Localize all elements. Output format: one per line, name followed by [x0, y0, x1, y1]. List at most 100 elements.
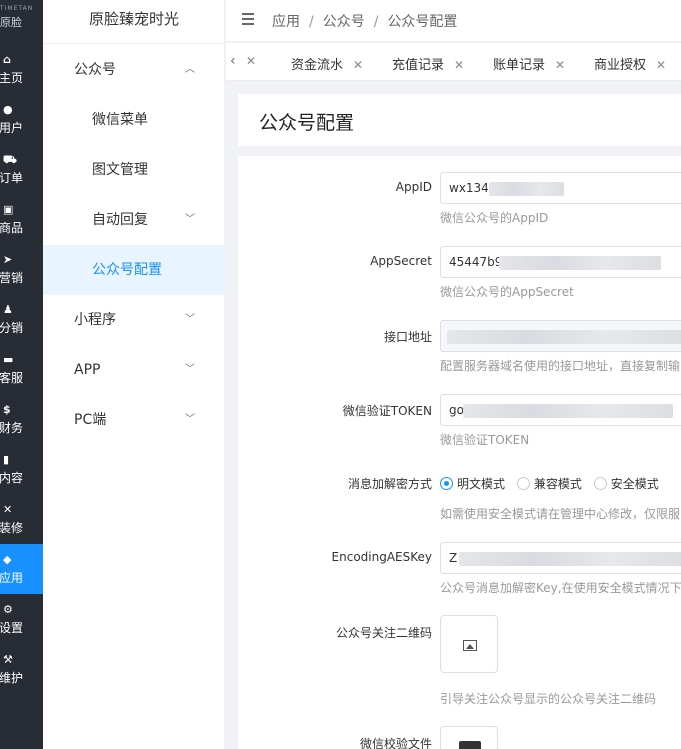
- rail-item-dollar[interactable]: $ 财务: [0, 394, 43, 444]
- encrypt-mode-group: 明文模式 兼容模式 安全模式: [440, 475, 667, 492]
- appsecret-label: AppSecret: [370, 254, 432, 268]
- breadcrumb-separator: /: [309, 14, 314, 30]
- radio-secure-mode[interactable]: 安全模式: [593, 475, 659, 492]
- submenu-item[interactable]: 公众号配置: [43, 245, 225, 295]
- close-icon[interactable]: ✕: [353, 58, 363, 72]
- token-help: 微信验证TOKEN: [440, 433, 530, 447]
- appsecret-input[interactable]: 45447b9: [440, 246, 681, 278]
- rail-item-home[interactable]: ⌂ 主页: [0, 44, 43, 94]
- token-input[interactable]: go: [440, 394, 681, 426]
- menu-toggle-icon[interactable]: [242, 13, 254, 25]
- aes-key-value: Z: [449, 551, 458, 565]
- appid-input[interactable]: wx1348: [440, 172, 681, 204]
- rail-item-label: 维护: [0, 671, 24, 685]
- tab-commercial-license[interactable]: 商业授权 ✕: [594, 54, 666, 73]
- close-icon[interactable]: ✕: [656, 58, 666, 72]
- icon-rail: TIMETAN 原脸 ⌂ 主页 ● 用户 ⛟ 订单 ▣ 商品 ➤ 营销 ♟ 分销 ▬ 客服 $ 财务 ▮ 内容 ✕ 装…: [0, 0, 43, 749]
- masked-value: [499, 256, 661, 270]
- cart-icon: ⛟: [3, 153, 17, 166]
- breadcrumb-current: 公众号配置: [387, 14, 458, 30]
- rail-item-label: 应用: [0, 571, 24, 585]
- qrcode-upload[interactable]: [440, 615, 498, 673]
- tab-bill-records[interactable]: 账单记录 ✕: [493, 54, 565, 73]
- masked-value: [447, 330, 681, 344]
- rail-item-team[interactable]: ♟ 分销: [0, 294, 43, 344]
- radio-label: 兼容模式: [533, 477, 582, 491]
- rail-item-gear[interactable]: ⚙ 设置: [0, 594, 43, 644]
- radio-label: 安全模式: [610, 477, 659, 491]
- rail-item-user[interactable]: ● 用户: [0, 94, 43, 144]
- cube-icon: ◆: [3, 553, 12, 566]
- submenu-item-label: 公众号: [74, 62, 116, 78]
- encrypt-mode-help: 如需使用安全模式请在管理中心修改，仅限服: [440, 507, 681, 521]
- brand-title: 原脸臻宠时光: [43, 0, 224, 44]
- tab-label: 资金流水: [291, 58, 344, 73]
- rail-item-label: 分销: [0, 321, 24, 335]
- rail-item-send[interactable]: ➤ 营销: [0, 244, 43, 294]
- api-url-help: 配置服务器域名使用的接口地址，直接复制输: [440, 359, 681, 373]
- tab-label: 商业授权: [594, 58, 647, 73]
- page-title-card: 公众号配置: [238, 94, 681, 146]
- close-icon[interactable]: ✕: [454, 58, 464, 72]
- rail-item-book[interactable]: ▮ 内容: [0, 444, 43, 494]
- masked-value: [463, 404, 673, 418]
- submenu-item[interactable]: APP ﹀: [43, 345, 225, 395]
- tab-fund-flow[interactable]: 资金流水 ✕: [291, 54, 363, 73]
- qrcode-label: 公众号关注二维码: [335, 626, 432, 640]
- chevron-down-icon: ﹀: [185, 414, 195, 425]
- submenu-item[interactable]: 公众号 ︿: [43, 45, 225, 95]
- radio-dot: [440, 477, 453, 490]
- aes-key-label: EncodingAESKey: [331, 550, 432, 564]
- user-icon: ●: [3, 103, 13, 116]
- rail-item-label: 营销: [0, 271, 24, 285]
- tabs-prev-icon[interactable]: ‹: [230, 53, 236, 69]
- rail-item-label: 用户: [0, 121, 24, 135]
- api-url-input[interactable]: [440, 320, 681, 352]
- rail-item-label: 内容: [0, 471, 24, 485]
- submenu-item-label: 公众号配置: [92, 262, 162, 278]
- image-icon: [463, 640, 477, 651]
- submenu-item[interactable]: 小程序 ﹀: [43, 295, 225, 345]
- tab-label: 充值记录: [392, 58, 445, 73]
- rail-item-label: 财务: [0, 421, 24, 435]
- file-icon: [459, 741, 481, 749]
- tab-recharge-records[interactable]: 充值记录 ✕: [392, 54, 464, 73]
- page-title: 公众号配置: [259, 112, 355, 134]
- close-icon[interactable]: ✕: [555, 58, 565, 72]
- breadcrumb: 应用 / 公众号 / 公众号配置: [272, 11, 457, 31]
- breadcrumb-separator: /: [373, 14, 379, 30]
- breadcrumb-item[interactable]: 公众号: [323, 14, 365, 30]
- rail-item-label: 设置: [0, 621, 24, 635]
- chat-icon: ▬: [3, 353, 14, 366]
- radio-compatible-mode[interactable]: 兼容模式: [516, 475, 582, 492]
- tab-bar: ‹ ✕ 资金流水 ✕ 充值记录 ✕ 账单记录 ✕ 商业授权 ✕: [226, 43, 681, 81]
- radio-plain-mode[interactable]: 明文模式: [440, 475, 505, 492]
- masked-value: [459, 552, 681, 566]
- submenu-item[interactable]: 图文管理: [43, 145, 225, 195]
- rail-item-cube[interactable]: ◆ 应用: [0, 544, 43, 594]
- submenu-item[interactable]: 微信菜单: [43, 95, 225, 145]
- book-icon: ▮: [3, 453, 10, 466]
- submenu-item[interactable]: PC端 ﹀: [43, 395, 225, 445]
- rail-item-shop[interactable]: ▣ 商品: [0, 194, 43, 244]
- rail-item-hammer[interactable]: ⚒ 维护: [0, 644, 43, 694]
- breadcrumb-item[interactable]: 应用: [272, 14, 300, 30]
- logo-latin-text: TIMETAN: [0, 5, 34, 12]
- close-icon[interactable]: ✕: [246, 54, 256, 68]
- aes-key-input[interactable]: Z: [440, 542, 681, 574]
- submenu-item-label: 图文管理: [92, 162, 148, 178]
- rail-item-tools[interactable]: ✕ 装修: [0, 494, 43, 544]
- token-value: go: [449, 403, 464, 417]
- aes-key-help: 公众号消息加解密Key,在使用安全模式情况下: [440, 581, 681, 595]
- verify-file-upload[interactable]: [440, 726, 498, 749]
- rail-item-cart[interactable]: ⛟ 订单: [0, 144, 43, 194]
- submenu: 原脸臻宠时光 公众号 ︿ 微信菜单图文管理自动回复 ﹀ 公众号配置小程序 ﹀ APP ﹀ PC端…: [43, 0, 225, 749]
- logo: TIMETAN 原脸: [0, 0, 43, 44]
- submenu-item[interactable]: 自动回复 ﹀: [43, 195, 225, 245]
- token-label: 微信验证TOKEN: [342, 404, 432, 418]
- dollar-icon: $: [3, 403, 11, 416]
- rail-item-chat[interactable]: ▬ 客服: [0, 344, 43, 394]
- tab-label: 账单记录: [493, 58, 546, 73]
- hammer-icon: ⚒: [3, 653, 13, 666]
- chevron-up-icon: ︿: [185, 64, 195, 75]
